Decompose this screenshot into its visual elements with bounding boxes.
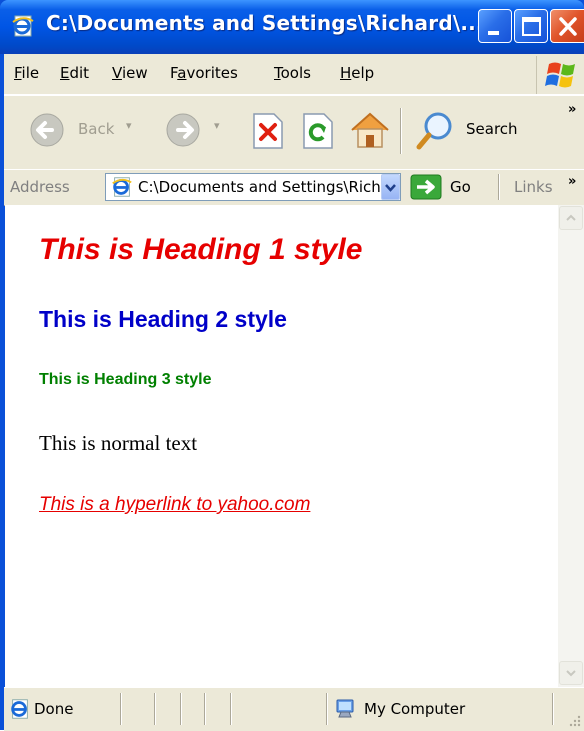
scroll-up-button[interactable] [559,206,583,230]
menu-edit[interactable]: Edit [60,64,89,82]
status-divider [204,693,206,725]
status-divider [180,693,182,725]
status-done: Done [34,700,74,718]
close-button[interactable] [550,9,584,43]
menu-tools[interactable]: Tools [274,64,311,82]
go-arrow-icon[interactable] [410,174,442,200]
maximize-icon [522,17,541,36]
normal-text: This is normal text [39,431,198,455]
windows-logo-icon [545,62,575,88]
page-content: This is Heading 1 style This is Heading … [5,205,558,687]
maximize-button[interactable] [514,9,548,43]
refresh-icon[interactable] [300,112,336,150]
back-dropdown-icon: ▾ [126,119,132,132]
menu-help[interactable]: Help [340,64,374,82]
back-label: Back [78,120,115,138]
home-icon[interactable] [348,108,392,152]
forward-arrow-icon [166,113,200,147]
toolbar-separator [400,108,402,154]
status-divider [230,693,232,725]
menu-file[interactable]: File [14,64,39,82]
windows-logo [536,56,584,94]
status-divider [154,693,156,725]
status-bar: Done My Computer [4,687,584,731]
status-zone: My Computer [364,700,466,718]
address-bar: Address C:\Documents and Settings\Richar… [4,169,584,206]
status-divider [552,693,554,725]
status-divider [120,693,122,725]
forward-button[interactable]: ▾ [164,108,234,154]
chevron-down-icon [385,184,396,192]
go-button-label[interactable]: Go [450,178,471,196]
window-title: C:\Documents and Settings\Richard\... [46,11,484,35]
address-separator [498,174,500,200]
toolbar-more-chevron[interactable]: » [568,102,576,117]
scroll-down-button[interactable] [559,661,583,685]
menu-view[interactable]: View [112,64,148,82]
address-input[interactable]: C:\Documents and Settings\Richard\ [105,173,401,201]
heading-1: This is Heading 1 style [39,233,363,266]
standard-toolbar: Back ▾ ▾ Search » [4,95,584,170]
address-label: Address [10,178,70,196]
heading-2: This is Heading 2 style [39,306,287,332]
back-button[interactable]: Back ▾ [28,108,138,154]
links-label[interactable]: Links [514,178,553,196]
search-magnifier-icon [416,112,452,150]
heading-3: This is Heading 3 style [39,371,212,388]
ie-page-icon [112,177,132,197]
address-value: C:\Documents and Settings\Richard\ [138,178,401,196]
done-page-icon [11,699,28,719]
links-more-chevron[interactable]: » [568,174,576,189]
resize-grip-icon[interactable] [568,714,582,728]
search-button[interactable]: Search [412,108,532,154]
menu-favorites[interactable]: Favorites [170,64,238,82]
browser-window: C:\Documents and Settings\Richard\... Fi… [0,0,584,731]
close-icon [559,17,577,36]
vertical-scrollbar[interactable] [558,205,584,687]
chevron-up-icon [566,214,576,221]
status-divider [326,693,328,725]
minimize-button[interactable] [478,9,512,43]
minimize-icon [488,31,499,35]
stop-icon[interactable] [250,112,286,150]
search-label: Search [466,120,518,138]
chevron-down-icon [566,670,576,677]
menu-bar: File Edit View Favorites Tools Help [4,54,584,95]
my-computer-icon [336,699,354,718]
ie-page-icon [12,15,34,37]
back-arrow-icon [30,113,64,147]
yahoo-hyperlink[interactable]: This is a hyperlink to yahoo.com [39,494,310,516]
forward-dropdown-icon: ▾ [214,119,220,132]
address-dropdown-button[interactable] [381,174,400,200]
title-bar[interactable]: C:\Documents and Settings\Richard\... [0,0,584,54]
